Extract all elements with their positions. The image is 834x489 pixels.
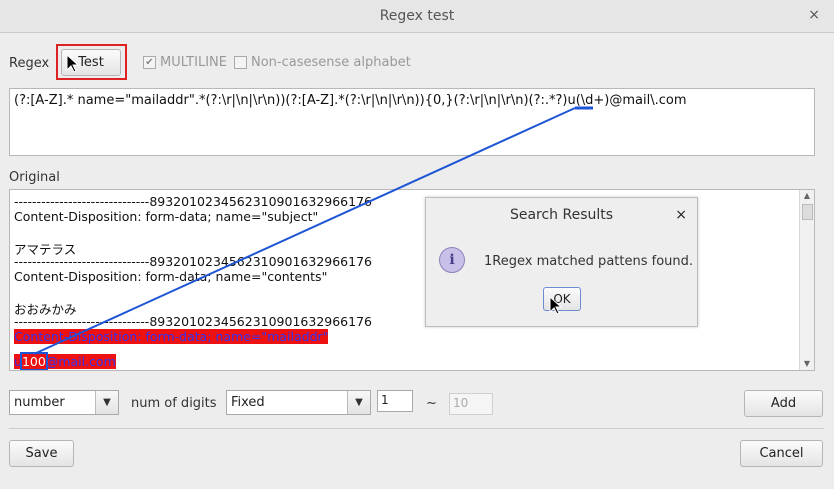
original-line: ------------------------------8932010234… [14, 254, 372, 269]
match-group: 100 [19, 352, 48, 370]
add-button[interactable]: Add [744, 390, 823, 417]
original-line: ------------------------------8932010234… [14, 314, 372, 329]
noncase-checkbox[interactable]: Non-casesense alphabet [234, 55, 411, 70]
title-bar: Regex test × [0, 0, 834, 33]
chevron-down-icon: ▼ [95, 391, 118, 414]
original-line: Content-Disposition: form-data; name="su… [14, 209, 319, 224]
multiline-checkbox[interactable]: ✔ MULTILINE [143, 55, 227, 70]
range-separator: ~ [426, 396, 437, 411]
digits-label: num of digits [131, 396, 217, 411]
min-digits-input[interactable]: 1 [377, 390, 413, 412]
scroll-down-icon[interactable]: ▼ [800, 358, 814, 370]
mouse-cursor-icon [549, 296, 563, 315]
noncase-label: Non-casesense alphabet [251, 55, 411, 70]
regex-label: Regex [9, 56, 50, 71]
divider [9, 428, 824, 429]
digits-mode-select[interactable]: Fixed ▼ [226, 390, 371, 415]
checkbox-checked-icon: ✔ [143, 56, 156, 69]
digits-mode-value: Fixed [231, 395, 265, 410]
multiline-label: MULTILINE [160, 55, 227, 70]
original-label: Original [9, 170, 60, 185]
dialog-title: Search Results [509, 207, 614, 223]
original-line: Content-Disposition: form-data; name="co… [14, 269, 328, 284]
match-line: u100@mail.com [14, 352, 116, 370]
info-icon: i [439, 247, 465, 273]
match-suffix: @mail.com [45, 354, 116, 369]
dialog-message: 1Regex matched pattens found. [484, 254, 694, 269]
scroll-up-icon[interactable]: ▲ [800, 190, 814, 202]
original-line: Content-Disposition: form-data; name="ma… [14, 329, 329, 344]
cancel-button[interactable]: Cancel [740, 440, 823, 467]
close-icon[interactable]: × [808, 7, 820, 23]
mouse-cursor-icon [66, 54, 80, 73]
regex-pattern: (?:[A-Z].* name="mailaddr".*(?:\r|\n|\r\… [14, 93, 687, 108]
original-line: ------------------------------8932010234… [14, 194, 372, 209]
original-scrollbar[interactable]: ▲ ▼ [799, 190, 814, 370]
scroll-thumb[interactable] [802, 204, 813, 220]
window-title: Regex test [379, 8, 455, 24]
max-digits-input[interactable]: 10 [449, 393, 493, 415]
dialog-close-icon[interactable]: × [675, 198, 687, 232]
match-prefix: u [14, 354, 22, 369]
type-select-value: number [14, 395, 65, 410]
chevron-down-icon: ▼ [347, 391, 370, 414]
regex-input[interactable]: (?:[A-Z].* name="mailaddr".*(?:\r|\n|\r\… [9, 88, 815, 156]
checkbox-empty-icon [234, 56, 247, 69]
save-button[interactable]: Save [9, 440, 74, 467]
type-select[interactable]: number ▼ [9, 390, 119, 415]
